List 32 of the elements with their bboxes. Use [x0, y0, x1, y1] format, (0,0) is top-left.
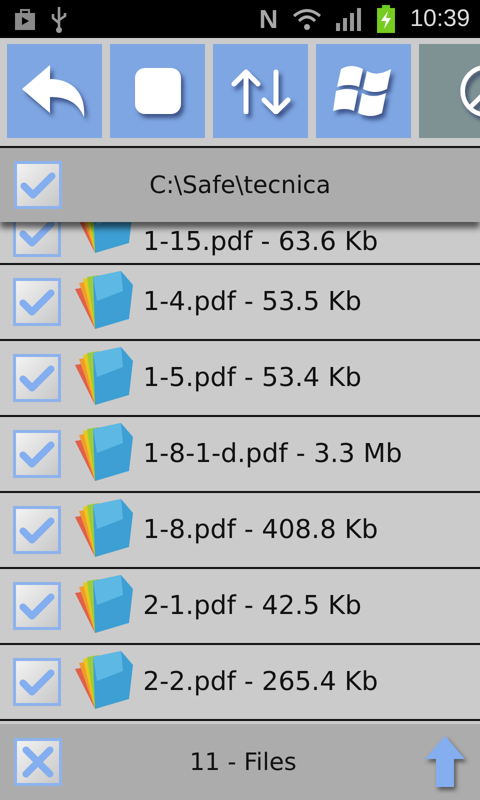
toolbar-button[interactable]: [213, 44, 308, 138]
checkbox[interactable]: [13, 354, 61, 402]
usb-icon: [50, 5, 68, 33]
sort-icon: [230, 68, 292, 114]
checkbox[interactable]: [13, 658, 61, 706]
checkbox[interactable]: [14, 738, 62, 786]
file-name[interactable]: 1-8-1-d.pdf - 3.3 Mb: [143, 439, 402, 469]
file-name[interactable]: 2-1.pdf - 42.5 Kb: [143, 591, 362, 621]
file-name[interactable]: 1-8.pdf - 408.8 Kb: [143, 515, 378, 545]
checkbox[interactable]: [13, 582, 61, 630]
checkbox[interactable]: [14, 161, 62, 209]
folder-path: C:\Safe\tecnica: [148, 171, 332, 199]
stop-icon: [132, 66, 182, 116]
wifi-icon: [292, 7, 322, 31]
battery-charging-icon: [376, 5, 396, 33]
checkbox[interactable]: [13, 506, 61, 554]
file-count: 11 - Files: [188, 748, 298, 776]
checkbox[interactable]: [13, 278, 61, 326]
clock-time: 10:39: [410, 5, 470, 33]
shopping-bag-icon: [14, 7, 36, 31]
file-name[interactable]: 1-4.pdf - 53.5 Kb: [143, 287, 362, 317]
toolbar-button[interactable]: [7, 44, 102, 138]
checkbox[interactable]: [13, 430, 61, 478]
nfc-indicator: N: [259, 4, 278, 34]
file-name[interactable]: 2-2.pdf - 265.4 Kb: [143, 667, 378, 697]
file-name[interactable]: 1-5.pdf - 53.4 Kb: [143, 363, 362, 393]
file-name[interactable]: 1-15.pdf - 63.6 Kb: [143, 227, 378, 257]
toolbar-button[interactable]: [316, 44, 411, 138]
checkbox[interactable]: [13, 222, 61, 257]
signal-icon: [336, 7, 362, 31]
up-arrow-icon[interactable]: [424, 735, 466, 789]
toolbar-button[interactable]: [110, 44, 205, 138]
